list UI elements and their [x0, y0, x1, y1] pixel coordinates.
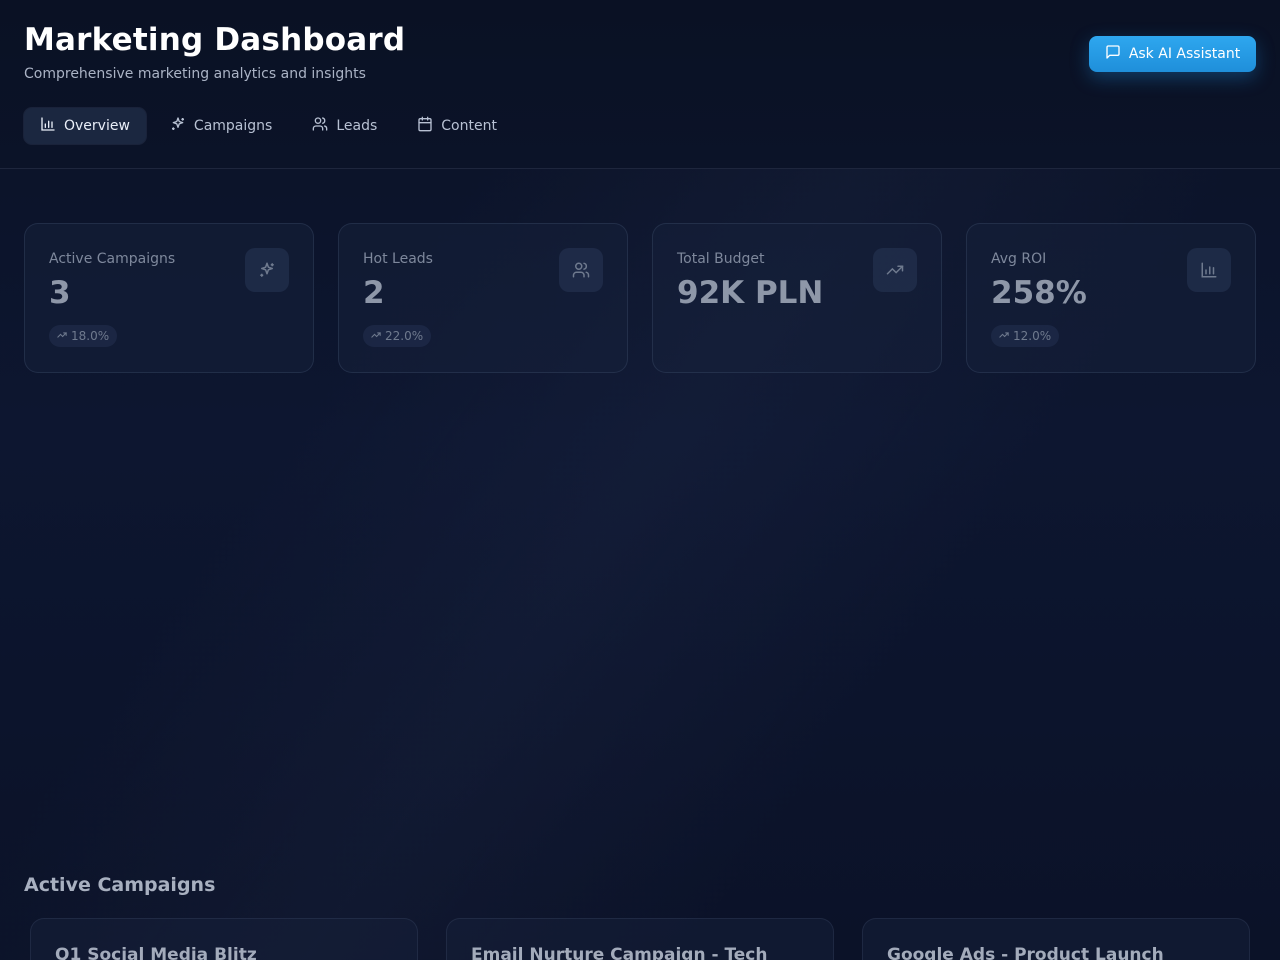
trending-up-icon — [57, 329, 67, 343]
campaign-name: Google Ads - Product Launch — [887, 945, 1164, 960]
stat-change: 22.0% — [385, 329, 424, 343]
trending-up-icon — [999, 329, 1009, 343]
trending-up-icon — [371, 329, 381, 343]
campaign-name: Q1 Social Media Blitz — [55, 945, 257, 960]
message-square-icon — [1105, 44, 1121, 64]
stat-change-badge: 18.0% — [49, 325, 118, 347]
tab-label: Overview — [64, 118, 130, 134]
stat-change-badge: 12.0% — [991, 325, 1060, 347]
calendar-icon — [417, 116, 433, 136]
stat-label: Total Budget — [677, 251, 765, 267]
tab-label: Campaigns — [193, 118, 273, 134]
stat-card-active-campaigns: Active Campaigns 3 18.0% — [24, 223, 314, 373]
users-icon — [312, 116, 328, 136]
stat-value: 92K PLN — [677, 275, 824, 311]
stat-change: 12.0% — [1013, 329, 1052, 343]
bar-chart-icon — [1187, 248, 1231, 292]
sparkles-icon — [245, 248, 289, 292]
dashboard-header: Marketing Dashboard Comprehensive market… — [0, 0, 1280, 169]
campaign-card[interactable]: Q1 Social Media Blitz — [30, 918, 418, 960]
tab-leads[interactable]: Leads — [296, 108, 393, 144]
main-tabs: Overview Campaigns Leads Content — [24, 108, 521, 144]
stats-row: Active Campaigns 3 18.0% Hot Leads 2 22.… — [24, 223, 1256, 373]
tab-overview[interactable]: Overview — [24, 108, 146, 144]
ask-ai-assistant-button[interactable]: Ask AI Assistant — [1089, 36, 1256, 72]
stat-card-total-budget: Total Budget 92K PLN — [652, 223, 942, 373]
sparkles-icon — [170, 116, 186, 136]
tab-content[interactable]: Content — [401, 108, 513, 144]
ask-ai-assistant-label: Ask AI Assistant — [1128, 46, 1241, 62]
stat-change-badge: 22.0% — [363, 325, 432, 347]
stat-value: 2 — [363, 275, 385, 311]
stat-value: 258% — [991, 275, 1087, 311]
campaign-card[interactable]: Email Nurture Campaign - Tech — [446, 918, 834, 960]
campaign-list: Q1 Social Media Blitz Email Nurture Camp… — [30, 918, 1250, 960]
stat-card-avg-roi: Avg ROI 258% 12.0% — [966, 223, 1256, 373]
stat-label: Hot Leads — [363, 251, 433, 267]
tab-label: Content — [441, 118, 497, 134]
tab-label: Leads — [336, 118, 378, 134]
users-icon — [559, 248, 603, 292]
stat-card-hot-leads: Hot Leads 2 22.0% — [338, 223, 628, 373]
page-subtitle: Comprehensive marketing analytics and in… — [24, 66, 366, 82]
page-title: Marketing Dashboard — [24, 22, 406, 58]
campaign-name: Email Nurture Campaign - Tech — [471, 945, 768, 960]
trending-up-icon — [873, 248, 917, 292]
stat-value: 3 — [49, 275, 71, 311]
campaign-card[interactable]: Google Ads - Product Launch — [862, 918, 1250, 960]
stat-label: Active Campaigns — [49, 251, 176, 267]
bar-chart-icon — [40, 116, 56, 136]
tab-campaigns[interactable]: Campaigns — [154, 108, 288, 144]
stat-label: Avg ROI — [991, 251, 1047, 267]
stat-change: 18.0% — [71, 329, 110, 343]
active-campaigns-title: Active Campaigns — [24, 874, 216, 896]
